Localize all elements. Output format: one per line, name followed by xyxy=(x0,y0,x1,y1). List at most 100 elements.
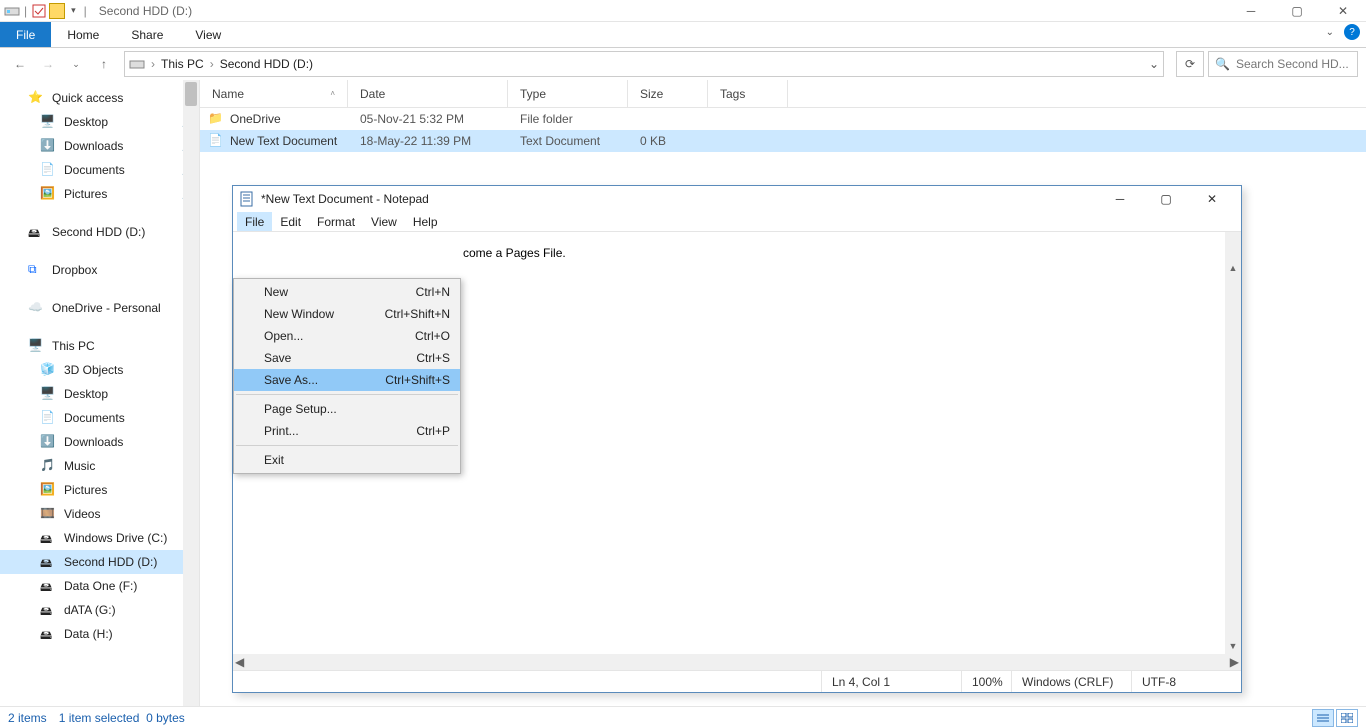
cube-icon: 🧊 xyxy=(40,362,56,378)
nav-d-drive[interactable]: 🖴Second HDD (D:) xyxy=(0,550,199,574)
maximize-button[interactable]: ▢ xyxy=(1274,0,1320,22)
status-eol: Windows (CRLF) xyxy=(1011,671,1131,692)
menu-format[interactable]: Format xyxy=(309,212,363,231)
chevron-right-icon[interactable]: › xyxy=(210,57,214,71)
notepad-vscrollbar[interactable]: ▲ ▼ xyxy=(1225,232,1241,654)
nav-documents2[interactable]: 📄Documents xyxy=(0,406,199,430)
file-menu-dropdown: NewCtrl+NNew WindowCtrl+Shift+NOpen...Ct… xyxy=(233,278,461,474)
notepad-minimize-button[interactable]: ─ xyxy=(1097,186,1143,212)
nav-music[interactable]: 🎵Music xyxy=(0,454,199,478)
forward-button[interactable]: → xyxy=(36,52,60,76)
nav-this-pc[interactable]: 🖥️This PC xyxy=(0,334,199,358)
minimize-button[interactable]: ─ xyxy=(1228,0,1274,22)
nav-second-hdd[interactable]: 🖴Second HDD (D:) xyxy=(0,220,199,244)
nav-row: ← → ⌄ ↑ › This PC › Second HDD (D:) ⌄ ⟳ … xyxy=(0,48,1366,80)
filemenu-item-label: New xyxy=(264,285,288,299)
nav-documents[interactable]: 📄Documents📌 xyxy=(0,158,199,182)
col-type[interactable]: Type xyxy=(508,80,628,107)
filemenu-item[interactable]: Print...Ctrl+P xyxy=(234,420,460,442)
recent-dropdown-icon[interactable]: ⌄ xyxy=(64,52,88,76)
nav-videos[interactable]: 🎞️Videos xyxy=(0,502,199,526)
drive-icon: 🖴 xyxy=(40,602,56,618)
filemenu-item[interactable]: Exit xyxy=(234,449,460,471)
menu-help[interactable]: Help xyxy=(405,212,446,231)
downloads-icon: ⬇️ xyxy=(40,434,56,450)
filemenu-item[interactable]: Save As...Ctrl+Shift+S xyxy=(234,369,460,391)
table-row[interactable]: 📁OneDrive 05-Nov-21 5:32 PM File folder xyxy=(200,108,1366,130)
notepad-title: *New Text Document - Notepad xyxy=(261,192,429,206)
filemenu-item[interactable]: Page Setup... xyxy=(234,398,460,420)
tab-home[interactable]: Home xyxy=(51,22,115,47)
nav-3d-objects[interactable]: 🧊3D Objects xyxy=(0,358,199,382)
details-view-button[interactable] xyxy=(1312,709,1334,727)
nav-pictures[interactable]: 🖼️Pictures📌 xyxy=(0,182,199,206)
menu-file[interactable]: File xyxy=(237,212,272,231)
help-icon[interactable]: ? xyxy=(1344,24,1360,40)
nav-c-drive[interactable]: 🖴Windows Drive (C:) xyxy=(0,526,199,550)
nav-f-drive[interactable]: 🖴Data One (F:) xyxy=(0,574,199,598)
breadcrumb-location[interactable]: Second HDD (D:) xyxy=(220,57,313,71)
qat-dropdown-icon[interactable]: ▾ xyxy=(71,5,76,16)
scroll-up-icon[interactable]: ▲ xyxy=(1225,260,1241,276)
filemenu-item[interactable]: New WindowCtrl+Shift+N xyxy=(234,303,460,325)
desktop-icon: 🖥️ xyxy=(40,386,56,402)
nav-h-drive[interactable]: 🖴Data (H:) xyxy=(0,622,199,646)
filemenu-item[interactable]: NewCtrl+N xyxy=(234,281,460,303)
tab-view[interactable]: View xyxy=(179,22,237,47)
scroll-down-icon[interactable]: ▼ xyxy=(1225,638,1241,654)
filemenu-item[interactable]: Open...Ctrl+O xyxy=(234,325,460,347)
music-icon: 🎵 xyxy=(40,458,56,474)
separator-icon: | xyxy=(24,4,27,18)
col-date[interactable]: Date xyxy=(348,80,508,107)
thumbnails-view-button[interactable] xyxy=(1336,709,1358,727)
drive-icon: 🖴 xyxy=(40,626,56,642)
search-input[interactable]: 🔍 Search Second HD... xyxy=(1208,51,1358,77)
notepad-titlebar[interactable]: *New Text Document - Notepad ─ ▢ ✕ xyxy=(233,186,1241,212)
filemenu-item-label: Exit xyxy=(264,453,284,467)
scroll-thumb[interactable] xyxy=(185,82,197,106)
breadcrumb-thispc[interactable]: This PC xyxy=(161,57,204,71)
tab-file[interactable]: File xyxy=(0,22,51,47)
nav-quick-access[interactable]: ⭐Quick access xyxy=(0,86,199,110)
nav-desktop2[interactable]: 🖥️Desktop xyxy=(0,382,199,406)
col-name[interactable]: Name˄ xyxy=(200,80,348,107)
qat-folder-icon[interactable] xyxy=(49,3,65,19)
search-placeholder: Search Second HD... xyxy=(1236,57,1349,71)
notepad-hscrollbar[interactable]: ◀ ▶ xyxy=(233,654,1241,670)
back-button[interactable]: ← xyxy=(8,52,32,76)
col-tags[interactable]: Tags xyxy=(708,80,788,107)
ribbon-collapse-icon[interactable]: ⌄ xyxy=(1326,27,1334,38)
tab-share[interactable]: Share xyxy=(115,22,179,47)
column-headers[interactable]: Name˄ Date Type Size Tags xyxy=(200,80,1366,108)
window-title: Second HDD (D:) xyxy=(99,4,192,18)
table-row[interactable]: 📄New Text Document 18-May-22 11:39 PM Te… xyxy=(200,130,1366,152)
nav-pictures2[interactable]: 🖼️Pictures xyxy=(0,478,199,502)
menu-view[interactable]: View xyxy=(363,212,405,231)
close-button[interactable]: ✕ xyxy=(1320,0,1366,22)
address-dropdown-icon[interactable]: ⌄ xyxy=(1149,57,1159,71)
nav-desktop[interactable]: 🖥️Desktop📌 xyxy=(0,110,199,134)
nav-downloads[interactable]: ⬇️Downloads📌 xyxy=(0,134,199,158)
scroll-left-icon[interactable]: ◀ xyxy=(235,655,244,669)
scroll-right-icon[interactable]: ▶ xyxy=(1230,655,1239,669)
filemenu-item-label: Print... xyxy=(264,424,299,438)
notepad-maximize-button[interactable]: ▢ xyxy=(1143,186,1189,212)
dropbox-icon: ⧉ xyxy=(28,262,44,278)
nav-g-drive[interactable]: 🖴dATA (G:) xyxy=(0,598,199,622)
address-bar[interactable]: › This PC › Second HDD (D:) ⌄ xyxy=(124,51,1164,77)
nav-scrollbar[interactable] xyxy=(183,80,199,706)
notepad-window[interactable]: *New Text Document - Notepad ─ ▢ ✕ File … xyxy=(232,185,1242,693)
qat-props-icon[interactable] xyxy=(31,3,47,19)
nav-onedrive[interactable]: ☁️OneDrive - Personal xyxy=(0,296,199,320)
filemenu-item[interactable]: SaveCtrl+S xyxy=(234,347,460,369)
nav-pane[interactable]: ⭐Quick access 🖥️Desktop📌 ⬇️Downloads📌 📄D… xyxy=(0,80,200,706)
notepad-close-button[interactable]: ✕ xyxy=(1189,186,1235,212)
up-button[interactable]: ↑ xyxy=(92,52,116,76)
nav-downloads2[interactable]: ⬇️Downloads xyxy=(0,430,199,454)
col-size[interactable]: Size xyxy=(628,80,708,107)
chevron-right-icon[interactable]: › xyxy=(151,57,155,71)
nav-dropbox[interactable]: ⧉Dropbox xyxy=(0,258,199,282)
menu-edit[interactable]: Edit xyxy=(272,212,309,231)
refresh-button[interactable]: ⟳ xyxy=(1176,51,1204,77)
notepad-text-area[interactable]: come a Pages File. ▲ ▼ NewCtrl+NNew Wind… xyxy=(233,232,1241,654)
